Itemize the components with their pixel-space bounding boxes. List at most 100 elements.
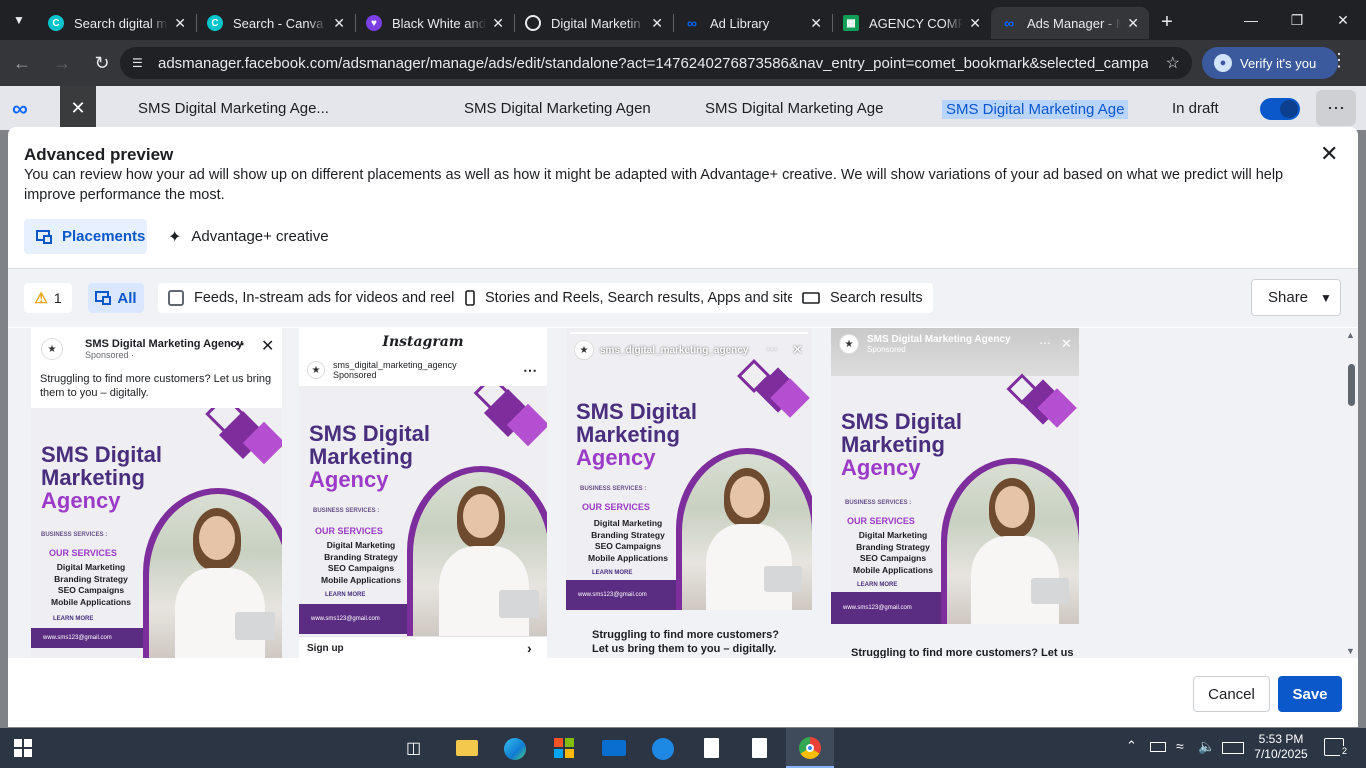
profile-avatar-icon: ● xyxy=(1214,54,1232,72)
new-tab-plus-icon[interactable]: + xyxy=(1149,11,1185,34)
canva-icon: C xyxy=(48,15,64,31)
modal-close-icon[interactable]: ✕ xyxy=(1320,141,1338,167)
meta-icon: ∞ xyxy=(687,15,697,31)
close-editor-icon[interactable]: ✕ xyxy=(60,86,96,130)
breadcrumb-ad[interactable]: SMS Digital Marketing Age xyxy=(942,100,1129,119)
more-options-icon[interactable]: ⋯ xyxy=(1316,90,1356,126)
wifi-icon[interactable]: ≈ xyxy=(1176,738,1184,754)
chrome-icon[interactable] xyxy=(786,728,834,768)
modal-footer: Cancel Save xyxy=(8,658,1358,727)
volume-muted-icon[interactable]: 🔈 xyxy=(1198,738,1215,755)
post-more-icon[interactable]: ⋯ xyxy=(523,362,537,379)
filter-stories[interactable]: Stories and Reels, Search results, Apps … xyxy=(455,283,813,313)
keyboard-icon[interactable] xyxy=(1222,742,1244,754)
tab-close-icon[interactable]: ✕ xyxy=(651,15,663,32)
file-explorer-icon[interactable] xyxy=(456,740,478,756)
browser-tab-4[interactable]: Digital Marketin ✕ xyxy=(515,7,673,39)
window-close-icon[interactable]: ✕ xyxy=(1320,0,1366,40)
document-icon[interactable] xyxy=(752,738,767,758)
reload-icon[interactable]: ↻ xyxy=(84,45,120,81)
tab-search-chevron-icon[interactable]: ▼ xyxy=(0,0,38,40)
post-close-icon[interactable]: ✕ xyxy=(261,336,274,356)
bookmark-star-icon[interactable]: ☆ xyxy=(1166,53,1180,73)
minimize-icon[interactable]: — xyxy=(1228,0,1274,40)
story-close-icon[interactable]: ✕ xyxy=(1061,336,1072,352)
mail-icon[interactable] xyxy=(602,740,626,756)
profile-avatar-icon: ★ xyxy=(307,361,325,379)
service-item: SEO Campaigns xyxy=(57,585,125,595)
service-item: SEO Campaigns xyxy=(859,553,927,563)
tab-close-icon[interactable]: ✕ xyxy=(492,15,504,32)
tab-advantage-label: Advantage+ creative xyxy=(191,228,329,245)
share-dropdown[interactable]: Share ▼ xyxy=(1251,279,1341,316)
browser-tab-1[interactable]: C Search digital m ✕ xyxy=(38,7,196,39)
verify-profile-button[interactable]: ● Verify it's you xyxy=(1202,47,1338,79)
preview-facebook-story[interactable]: SMS Digital Marketing Agency BUSINESS SE… xyxy=(566,328,812,658)
browser-tab-3[interactable]: ♥ Black White and ✕ xyxy=(356,7,514,39)
headline-line-1: SMS Digital xyxy=(309,421,431,446)
tab-close-icon[interactable]: ✕ xyxy=(174,15,186,32)
preview-facebook-feed[interactable]: ★ SMS Digital Marketing Agency Sponsored… xyxy=(31,328,282,658)
cta-label: Sign up xyxy=(307,643,344,654)
browser-tab-5[interactable]: ∞ Ad Library ✕ xyxy=(674,7,832,39)
preview-scrollbar[interactable]: ▲ ▼ xyxy=(1346,330,1356,656)
service-item: Digital Marketing xyxy=(858,530,928,540)
tab-placements[interactable]: Placements xyxy=(24,219,147,254)
warning-badge[interactable]: ⚠ 1 xyxy=(24,283,72,313)
browser-tab-2[interactable]: C Search - Canva ✕ xyxy=(197,7,355,39)
save-button[interactable]: Save xyxy=(1278,676,1342,712)
browser-tab-7-active[interactable]: ∞ Ads Manager - M ✕ xyxy=(991,7,1149,39)
battery-icon[interactable] xyxy=(1150,742,1166,752)
site-info-icon[interactable]: ☰ xyxy=(132,56,154,70)
meta-icon: ∞ xyxy=(1004,15,1014,31)
story-more-icon[interactable]: ⋯ xyxy=(1039,336,1051,350)
breadcrumb-adset[interactable]: SMS Digital Marketing Age xyxy=(705,100,883,117)
filter-search-results[interactable]: Search results xyxy=(792,283,933,313)
address-bar[interactable]: ☰ adsmanager.facebook.com/adsmanager/man… xyxy=(120,47,1192,79)
preview-instagram-feed[interactable]: Instagram ★ sms_digital_marketing_agency… xyxy=(299,328,547,658)
chevron-down-icon: ▼ xyxy=(1320,290,1332,305)
tab-close-icon[interactable]: ✕ xyxy=(969,15,981,32)
clock[interactable]: 5:53 PM 7/10/2025 xyxy=(1252,732,1310,762)
store-icon[interactable] xyxy=(554,738,574,758)
scroll-up-icon[interactable]: ▲ xyxy=(1346,330,1355,340)
warning-triangle-icon: ⚠ xyxy=(34,290,48,307)
story-handle: sms_digital_marketing_agency xyxy=(600,344,749,356)
tab-label: Search - Canva xyxy=(233,15,324,31)
app-icon[interactable] xyxy=(652,738,674,760)
windows-start-icon[interactable] xyxy=(14,739,32,757)
woman-photo xyxy=(947,464,1079,624)
edge-icon[interactable] xyxy=(504,738,526,760)
cta-bar[interactable]: Sign up › xyxy=(299,636,547,658)
tab-close-icon[interactable]: ✕ xyxy=(810,15,822,32)
back-arrow-icon[interactable]: ← xyxy=(4,45,40,81)
browser-tab-6[interactable]: ▦ AGENCY COMPE ✕ xyxy=(833,7,991,39)
cancel-button[interactable]: Cancel xyxy=(1193,676,1270,712)
tab-advantage-creative[interactable]: ✦ Advantage+ creative xyxy=(168,219,329,254)
business-services-label: BUSINESS SERVICES : xyxy=(313,508,380,514)
preview-area: ★ SMS Digital Marketing Agency Sponsored… xyxy=(8,328,1358,658)
campaign-name[interactable]: SMS Digital Marketing Age... xyxy=(138,100,329,117)
tab-label: Search digital m xyxy=(74,15,168,31)
task-view-icon[interactable]: ◫ xyxy=(406,738,421,758)
story-more-icon[interactable]: ⋯ xyxy=(766,342,778,356)
forward-arrow-icon[interactable]: → xyxy=(44,45,80,81)
chrome-menu-icon[interactable]: ⋮ xyxy=(1330,50,1348,71)
filter-all[interactable]: All xyxy=(88,283,144,313)
ad-toggle[interactable] xyxy=(1260,98,1300,120)
story-close-icon[interactable]: ✕ xyxy=(792,342,803,358)
tray-chevron-up-icon[interactable]: ⌃ xyxy=(1126,738,1137,754)
verify-label: Verify it's you xyxy=(1240,55,1317,71)
story-caption-line-2: Let us bring them to you – digitally. xyxy=(592,643,777,655)
document-icon[interactable] xyxy=(704,738,719,758)
scroll-down-icon[interactable]: ▼ xyxy=(1346,646,1355,656)
post-more-icon[interactable]: ⋯ xyxy=(229,334,245,354)
tab-close-icon[interactable]: ✕ xyxy=(1127,15,1139,32)
filter-feeds[interactable]: Feeds, In-stream ads for videos and reel… xyxy=(158,283,472,313)
preview-instagram-story[interactable]: SMS Digital Marketing Agency BUSINESS SE… xyxy=(831,328,1079,658)
scroll-thumb[interactable] xyxy=(1348,364,1355,406)
breadcrumb-campaign[interactable]: SMS Digital Marketing Agen xyxy=(464,100,651,117)
instagram-wordmark: Instagram xyxy=(382,334,464,350)
tab-close-icon[interactable]: ✕ xyxy=(333,15,345,32)
maximize-icon[interactable]: ❐ xyxy=(1274,0,1320,40)
